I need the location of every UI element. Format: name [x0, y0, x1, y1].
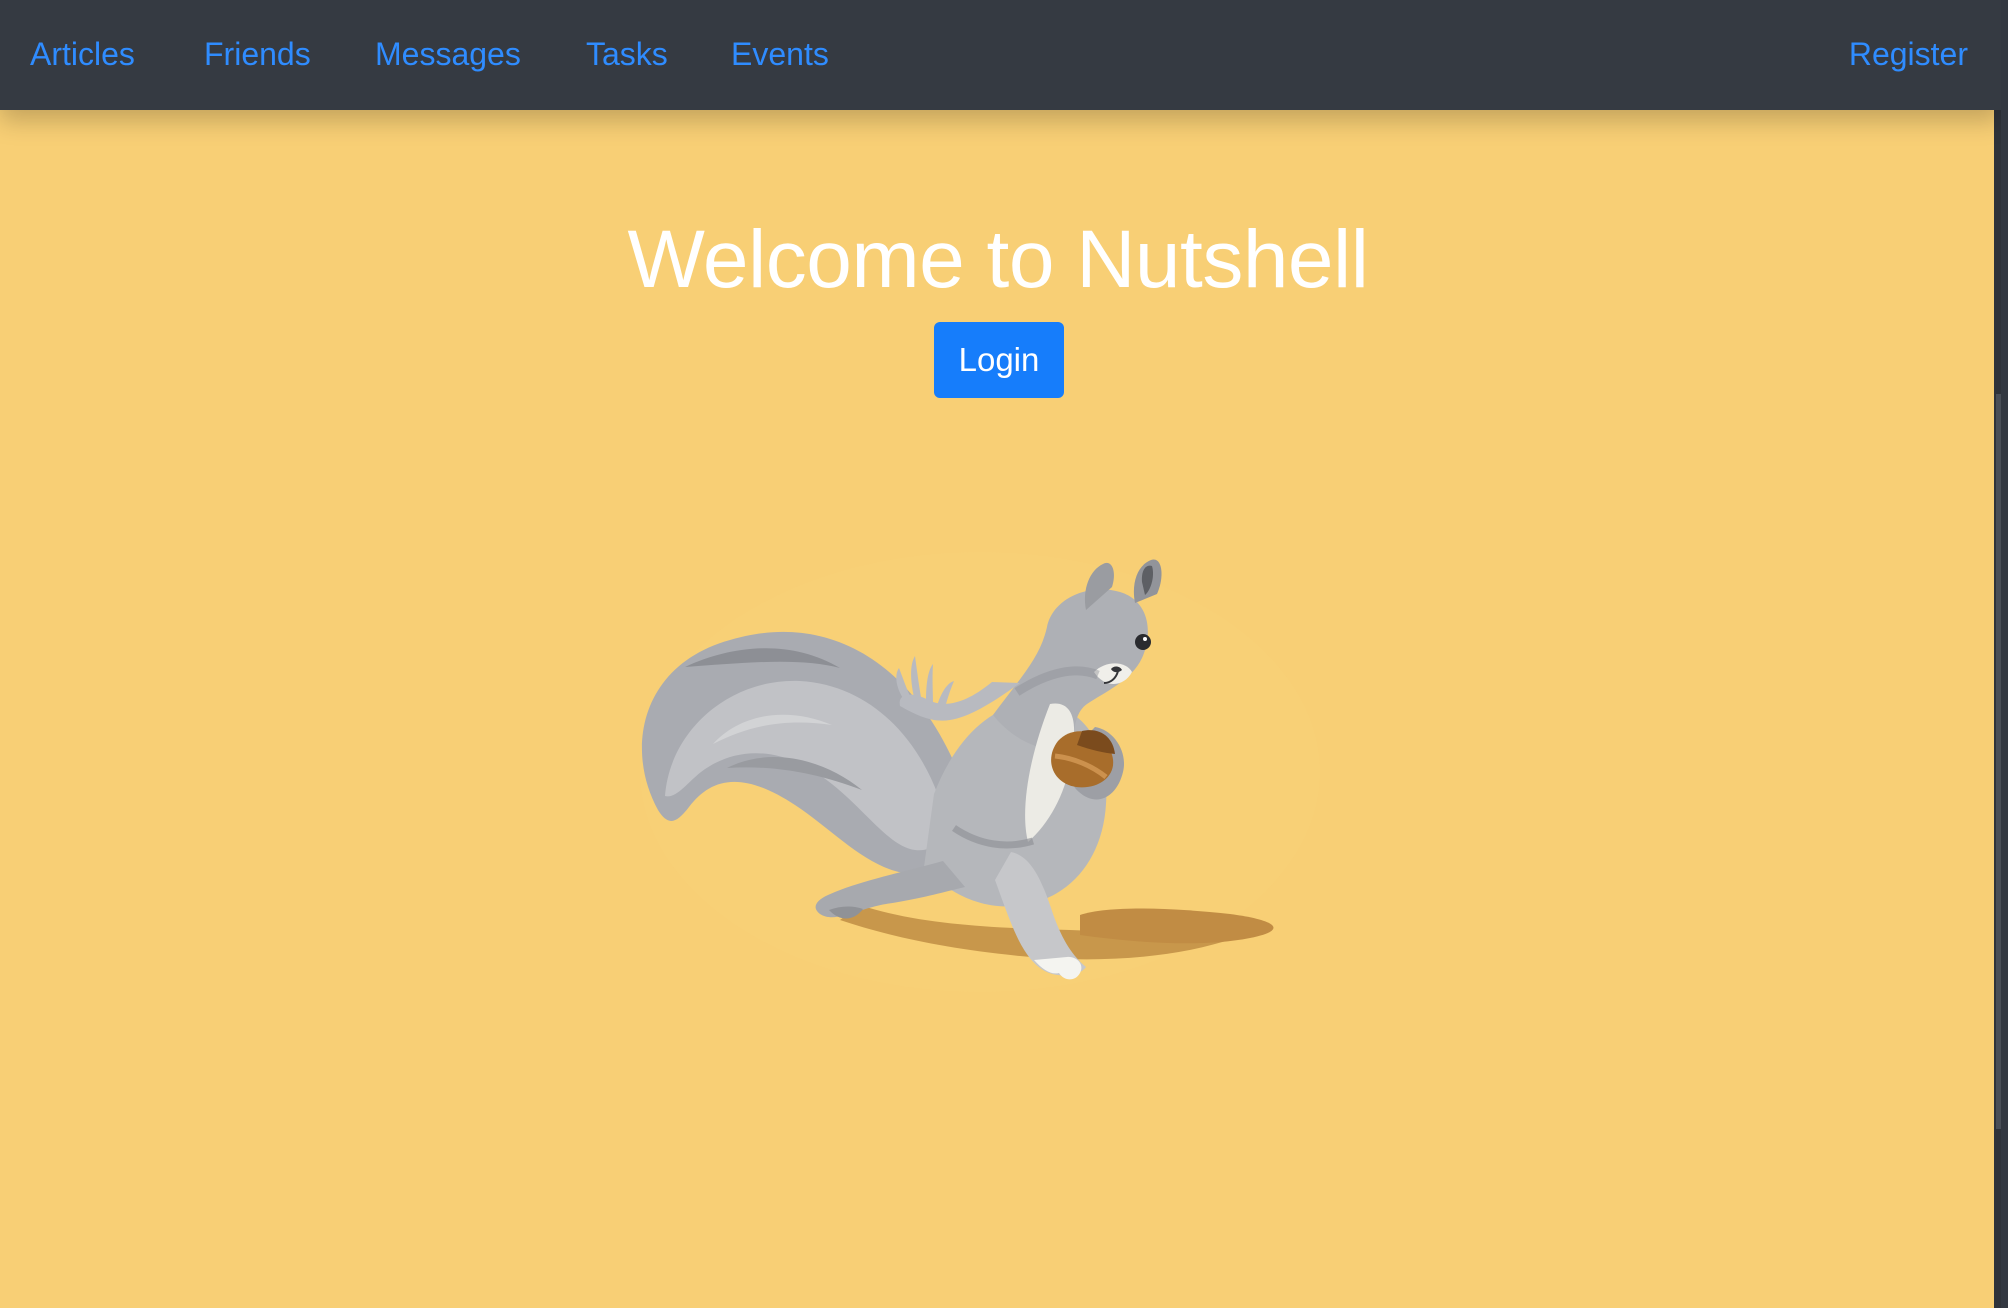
nav-register-link[interactable]: Register	[1849, 30, 1968, 78]
welcome-title: Welcome to Nutshell	[627, 214, 1369, 305]
nav-messages-link[interactable]: Messages	[375, 30, 521, 78]
welcome-hero: Welcome to Nutshell	[0, 210, 1996, 310]
scrollbar-thumb[interactable]	[1996, 394, 2001, 1129]
nav-events-link[interactable]: Events	[731, 30, 829, 78]
nav-articles-link[interactable]: Articles	[30, 30, 135, 78]
top-navigation-bar: Articles Friends Messages Tasks Events R…	[0, 0, 2001, 110]
nav-tasks-link[interactable]: Tasks	[586, 30, 668, 78]
squirrel-illustration	[610, 540, 1400, 1010]
nutshell-welcome-page: Articles Friends Messages Tasks Events R…	[0, 0, 2001, 1308]
squirrel-with-acorn-icon	[640, 552, 1320, 992]
vertical-scrollbar[interactable]	[1994, 0, 2001, 1308]
login-button[interactable]: Login	[934, 322, 1064, 398]
nav-friends-link[interactable]: Friends	[204, 30, 311, 78]
